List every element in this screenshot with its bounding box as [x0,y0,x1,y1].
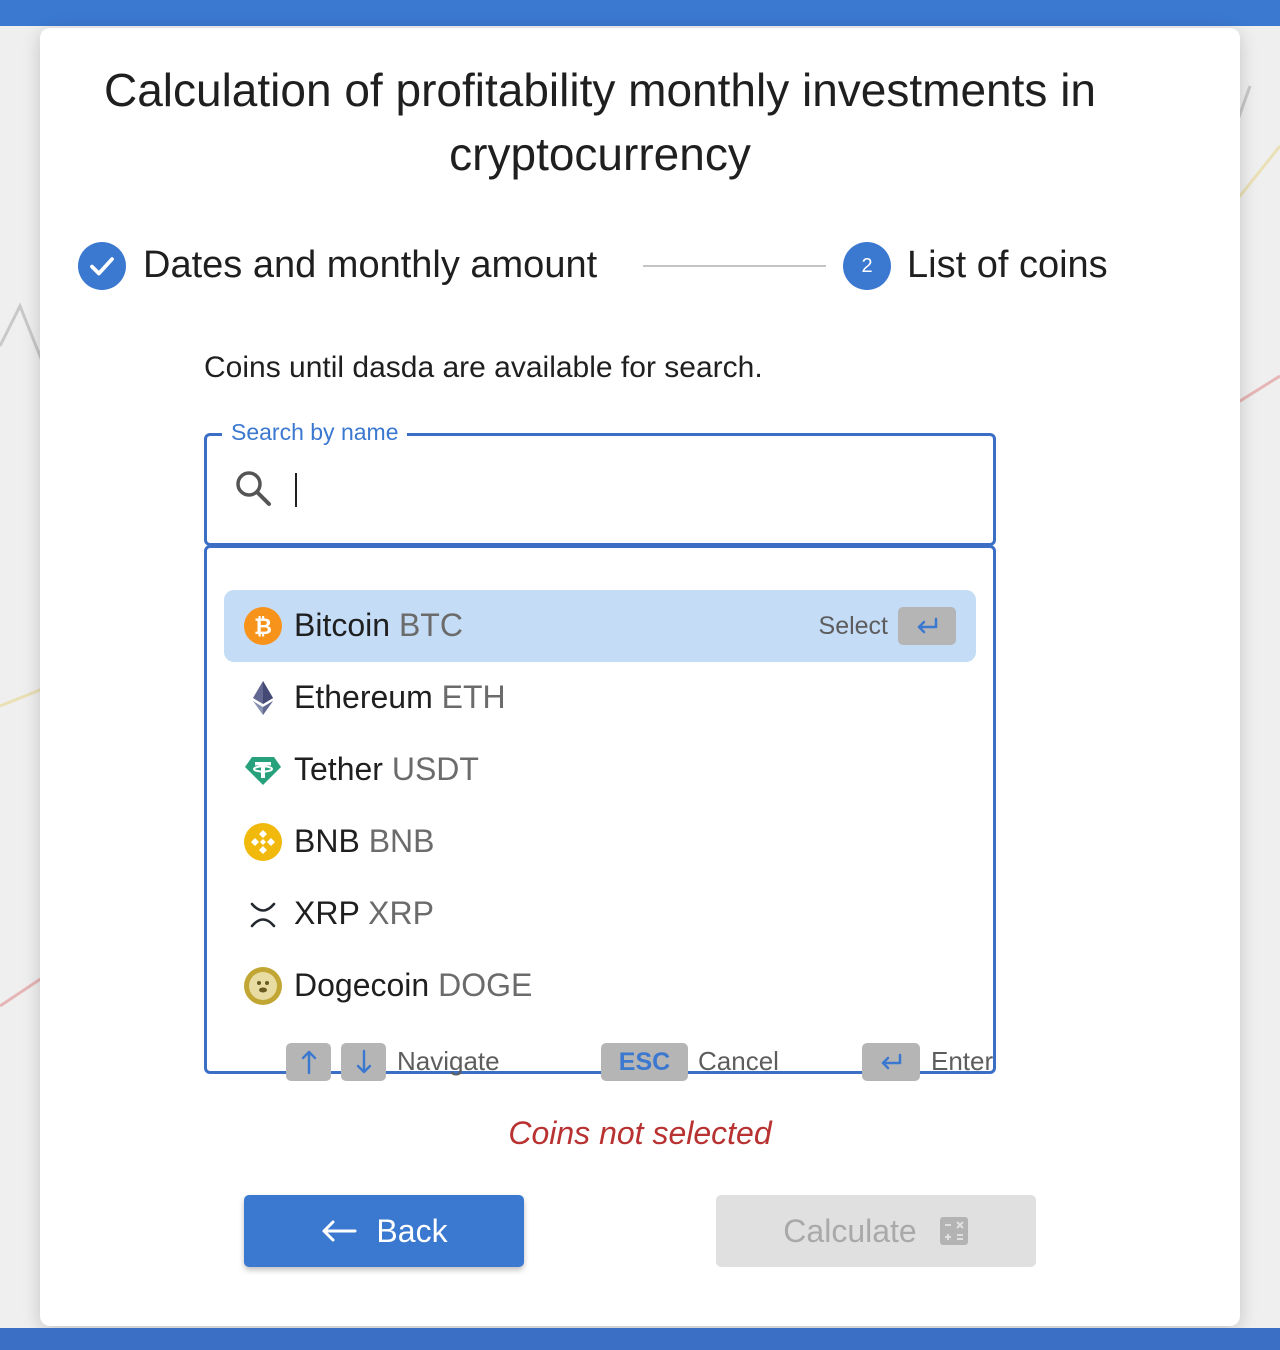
coin-symbol: BTC [398,607,463,643]
bitcoin-icon: ₿ [244,607,282,645]
step-2-number-icon: 2 [843,242,891,290]
select-hint: Select [818,612,888,640]
coin-option-xrp[interactable]: XRP XRP [224,878,976,950]
arrow-down-icon [356,1049,371,1074]
search-input[interactable] [287,466,971,512]
step-2-label: List of coins [907,244,1108,286]
enter-hint: Enter [931,1046,994,1076]
error-message: Coins not selected [508,1115,772,1151]
coin-name: Ethereum [294,679,433,715]
coin-name: BNB [294,823,360,859]
calculator-icon [939,1217,968,1245]
step-1-label: Dates and monthly amount [143,244,598,286]
page-title: Calculation of profitability monthly inv… [103,64,1096,180]
navigate-hint: Navigate [397,1046,500,1076]
bnb-icon [244,823,282,861]
coin-option-dogecoin[interactable]: Dogecoin DOGE [224,950,976,1022]
coin-option-ethereum[interactable]: Ethereum ETH [224,662,976,734]
search-info-text: Coins until dasda are available for sear… [204,351,763,384]
svg-text:₿: ₿ [254,615,272,640]
dogecoin-icon [244,967,282,1005]
enter-icon [881,1053,902,1070]
coin-option-bnb[interactable]: BNB BNB [224,806,976,878]
xrp-icon [250,902,276,928]
bottom-accent-bar [0,1328,1280,1350]
back-button-label: Back [376,1212,448,1249]
coin-name: Tether [294,751,383,787]
enter-key-badge [898,607,956,645]
coin-option-tether[interactable]: Tether USDT [224,734,976,806]
coin-name: XRP [294,895,360,931]
coin-symbol: ETH [441,679,506,715]
coin-symbol: DOGE [438,967,533,1003]
step-1-completed-icon [78,242,126,290]
back-button[interactable]: Back [244,1195,524,1267]
stepper-connector [643,265,826,267]
coin-symbol: USDT [391,751,479,787]
esc-key-label: ESC [618,1047,671,1076]
esc-key: ESC [601,1043,688,1081]
top-accent-bar [0,0,1280,26]
arrow-up-icon [301,1050,316,1075]
enter-icon [917,617,938,634]
ethereum-icon [253,681,273,715]
coin-name: Bitcoin [294,607,391,643]
arrow-up-key [286,1043,331,1081]
calculate-button[interactable]: Calculate [716,1195,1036,1267]
arrow-down-key [341,1043,386,1081]
search-icon [236,471,271,506]
search-field-label: Search by name [222,418,408,446]
coin-symbol: XRP [368,895,434,931]
coin-symbol: BNB [368,823,435,859]
text-cursor [295,473,297,507]
calculate-button-label: Calculate [783,1212,917,1249]
cancel-hint: Cancel [698,1046,779,1076]
arrow-left-icon [322,1220,357,1242]
coin-option-bitcoin[interactable]: ₿ Bitcoin BTC Select [224,590,976,662]
tether-icon [245,757,281,785]
coin-name: Dogecoin [294,967,430,1003]
enter-key [862,1043,920,1081]
